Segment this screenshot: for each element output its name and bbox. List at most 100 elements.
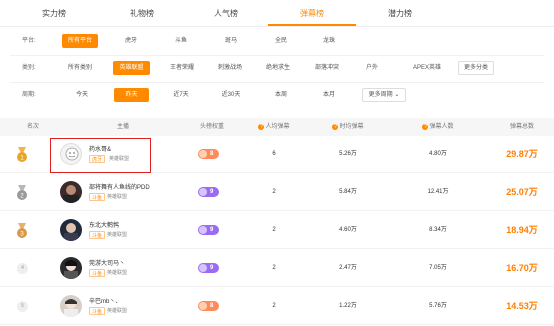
category-option-pubg-mobile[interactable]: 刺激战场 <box>212 61 248 75</box>
platform-filter-row: 平台: 所有平台 虎牙 斗鱼 斑马 全民 龙珠 <box>0 31 554 51</box>
header-time-danmu-label: 时均弹幕 <box>339 124 364 130</box>
platform-option-douyu[interactable]: 斗鱼 <box>166 34 196 48</box>
danmu-people-value: 4.80万 <box>429 151 447 157</box>
header-danmu-people: ? 弹幕人数 <box>414 118 462 136</box>
crown-icon <box>199 226 207 234</box>
category-option-clash[interactable]: 部落冲突 <box>309 61 345 75</box>
category-option-outdoor[interactable]: 户外 <box>360 61 384 75</box>
chevron-down-icon: ⌄ <box>394 92 400 98</box>
period-filter-row: 周期: 今天 昨天 近7天 近30天 本周 本月 更多周期 ⌄ <box>0 85 554 105</box>
help-icon[interactable]: ? <box>422 124 429 130</box>
time-danmu-value: 5.84万 <box>339 189 357 195</box>
total-value: 14.53万 <box>506 301 538 311</box>
table-row[interactable]: 2 部将舞有人鱼线的PDD 斗鱼 英雄联盟 9 2 5.84万 12.41万 2… <box>0 174 554 211</box>
help-icon[interactable]: ? <box>332 124 339 130</box>
platform-tag: 斗鱼 <box>89 193 106 201</box>
weight-badge: 8 <box>198 301 219 311</box>
avatar[interactable] <box>60 181 82 203</box>
platform-option-zebra[interactable]: 斑马 <box>216 34 246 48</box>
period-option-30days[interactable]: 近30天 <box>214 88 248 102</box>
header-danmu-people-label: 弹幕人数 <box>429 124 454 130</box>
divider <box>10 55 544 56</box>
period-option-yesterday[interactable]: 昨天 <box>114 88 149 102</box>
total-value: 25.07万 <box>506 187 538 197</box>
total-value: 16.70万 <box>506 263 538 273</box>
rank-number: 4 <box>17 263 28 274</box>
time-danmu-value: 1.22万 <box>339 303 357 309</box>
rank-number: 5 <box>17 301 28 312</box>
anchor-name[interactable]: 辛巴mb丶、 <box>89 296 121 305</box>
period-option-this-week[interactable]: 本周 <box>266 88 296 102</box>
table-header: 名次 主播 头榜权重 ? 人均弹幕 ? 时均弹幕 ? 弹幕人数 弹幕总数 <box>0 118 554 136</box>
platform-option-longzhu[interactable]: 龙珠 <box>314 34 344 48</box>
people-danmu-value: 6 <box>272 151 276 157</box>
people-danmu-value: 2 <box>272 227 276 233</box>
people-danmu-value: 2 <box>272 189 276 195</box>
ranking-tabs: 实力榜 礼物榜 人气榜 弹幕榜 潜力榜 <box>0 0 554 27</box>
header-anchor: 主播 <box>116 124 129 130</box>
category-option-honor-of-kings[interactable]: 王者荣耀 <box>164 61 200 75</box>
category-option-pubg[interactable]: 绝地求生 <box>260 61 296 75</box>
header-time-danmu: ? 时均弹幕 <box>324 118 372 136</box>
help-icon[interactable]: ? <box>258 124 265 130</box>
more-periods-label: 更多周期 <box>368 92 393 98</box>
category-label: 类别: <box>22 65 36 71</box>
tab-potential[interactable]: 潜力榜 <box>356 0 444 27</box>
weight-badge: 9 <box>198 187 219 197</box>
period-option-this-month[interactable]: 本月 <box>314 88 344 102</box>
platform-option-all[interactable]: 所有平台 <box>62 34 98 48</box>
bronze-medal-icon: 3 <box>17 223 27 238</box>
table-row[interactable]: 4 莞游大司马丶 斗鱼 英雄联盟 9 2 2.47万 7.05万 16.70万 <box>0 250 554 287</box>
total-value: 29.87万 <box>506 149 538 159</box>
danmu-people-value: 7.05万 <box>429 265 447 271</box>
header-people-danmu: ? 人均弹幕 <box>252 118 296 136</box>
platform-option-quanmin[interactable]: 全民 <box>266 34 296 48</box>
tab-gift[interactable]: 礼物榜 <box>98 0 186 27</box>
more-categories-button[interactable]: 更多分类 <box>458 61 494 75</box>
weight-badge: 9 <box>198 263 219 273</box>
tab-strength[interactable]: 实力榜 <box>10 0 98 27</box>
flame-icon <box>199 302 207 310</box>
category-tag: 英雄联盟 <box>107 308 128 314</box>
time-danmu-value: 4.60万 <box>339 227 357 233</box>
category-tag: 英雄联盟 <box>107 270 128 276</box>
header-weight: 头榜权重 <box>199 124 224 130</box>
weight-badge: 8 <box>198 149 219 159</box>
active-tab-indicator <box>268 24 356 26</box>
period-label: 周期: <box>22 92 36 98</box>
flame-icon <box>199 150 207 158</box>
platform-label: 平台: <box>22 38 36 44</box>
category-option-apex[interactable]: APEX英雄 <box>407 61 447 75</box>
period-option-today[interactable]: 今天 <box>68 88 96 102</box>
avatar[interactable] <box>60 257 82 279</box>
highlight-box <box>50 138 151 173</box>
crown-icon <box>199 188 207 196</box>
people-danmu-value: 2 <box>272 265 276 271</box>
avatar[interactable] <box>60 295 82 317</box>
avatar[interactable] <box>60 219 82 241</box>
table-row[interactable]: 5 辛巴mb丶、 斗鱼 英雄联盟 8 2 1.22万 5.76万 14.53万 <box>0 288 554 325</box>
category-tag: 英雄联盟 <box>107 232 128 238</box>
gold-medal-icon: 1 <box>17 147 27 162</box>
header-people-danmu-label: 人均弹幕 <box>265 124 290 130</box>
anchor-name[interactable]: 莞游大司马丶 <box>89 258 125 267</box>
category-option-all[interactable]: 所有类别 <box>62 61 98 75</box>
table-row[interactable]: 3 东北大鹌鹑 斗鱼 英雄联盟 9 2 4.60万 8.34万 18.94万 <box>0 212 554 249</box>
header-rank: 名次 <box>26 124 39 130</box>
period-option-7days[interactable]: 近7天 <box>166 88 196 102</box>
anchor-name[interactable]: 东北大鹌鹑 <box>89 220 119 229</box>
tab-popularity[interactable]: 人气榜 <box>182 0 270 27</box>
platform-option-huya[interactable]: 虎牙 <box>116 34 146 48</box>
category-option-lol[interactable]: 英雄联盟 <box>113 61 150 75</box>
danmu-people-value: 5.76万 <box>429 303 447 309</box>
people-danmu-value: 2 <box>272 303 276 309</box>
danmu-people-value: 12.41万 <box>427 189 449 195</box>
category-tag: 英雄联盟 <box>107 194 128 200</box>
category-filter-row: 类别: 所有类别 英雄联盟 王者荣耀 刺激战场 绝地求生 部落冲突 户外 APE… <box>0 58 554 78</box>
time-danmu-value: 2.47万 <box>339 265 357 271</box>
crown-icon <box>199 264 207 272</box>
tab-danmu[interactable]: 弹幕榜 <box>268 0 356 27</box>
anchor-name[interactable]: 部将舞有人鱼线的PDD <box>89 182 150 191</box>
more-periods-dropdown[interactable]: 更多周期 ⌄ <box>362 88 406 102</box>
platform-tag: 斗鱼 <box>89 307 106 315</box>
